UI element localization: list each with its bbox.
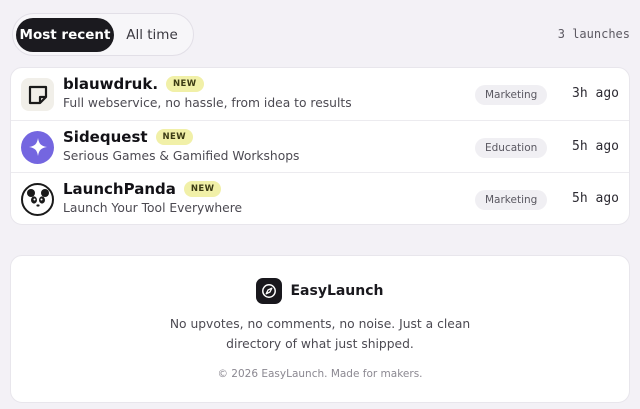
launch-time: 5h ago <box>572 138 619 154</box>
new-badge: NEW <box>183 181 222 198</box>
new-badge: NEW <box>166 76 204 92</box>
footer-brand[interactable]: EasyLaunch <box>11 278 629 304</box>
brand-name: EasyLaunch <box>290 283 384 299</box>
launch-name[interactable]: Sidequest <box>63 128 148 146</box>
footer-card: EasyLaunch No upvotes, no comments, no n… <box>10 255 630 403</box>
launch-description: Full webservice, no hassle, from idea to… <box>63 96 352 110</box>
all-time-tab[interactable]: All time <box>114 18 190 52</box>
launch-list: blauwdruk. NEW Full webservice, no hassl… <box>10 67 630 225</box>
footer-tagline: No upvotes, no comments, no noise. Just … <box>11 314 629 354</box>
launch-name[interactable]: blauwdruk. <box>63 75 158 93</box>
launch-description: Launch Your Tool Everywhere <box>63 201 243 216</box>
launch-name[interactable]: LaunchPanda <box>63 180 176 198</box>
launch-time: 5h ago <box>572 191 619 207</box>
new-badge: NEW <box>155 128 194 145</box>
filter-toggle: Most recent All time <box>12 13 194 56</box>
category-tag[interactable]: Education <box>475 137 548 158</box>
launch-description: Serious Games & Gamified Workshops <box>63 148 300 163</box>
launch-row-sidequest[interactable]: Sidequest NEW Serious Games & Gamified W… <box>11 121 629 174</box>
compass-icon <box>256 278 283 304</box>
blueprint-square-icon <box>21 78 54 111</box>
tagline-line-1: No upvotes, no comments, no noise. Just … <box>169 317 471 331</box>
launch-row-launchpanda[interactable]: LaunchPanda NEW Launch Your Tool Everywh… <box>11 173 629 224</box>
launch-row-blauwdruk[interactable]: blauwdruk. NEW Full webservice, no hassl… <box>11 68 629 121</box>
category-tag[interactable]: Marketing <box>475 190 548 211</box>
panda-icon <box>21 183 54 217</box>
most-recent-tab[interactable]: Most recent <box>16 17 114 52</box>
footer-copyright: © 2026 EasyLaunch. Made for makers. <box>217 368 423 380</box>
launch-time: 3h ago <box>572 86 619 101</box>
category-tag[interactable]: Marketing <box>475 85 548 105</box>
sparkle-star-icon <box>21 130 54 164</box>
tagline-line-2: directory of what just shipped. <box>226 337 414 351</box>
launch-count: 3 launches <box>557 27 630 41</box>
